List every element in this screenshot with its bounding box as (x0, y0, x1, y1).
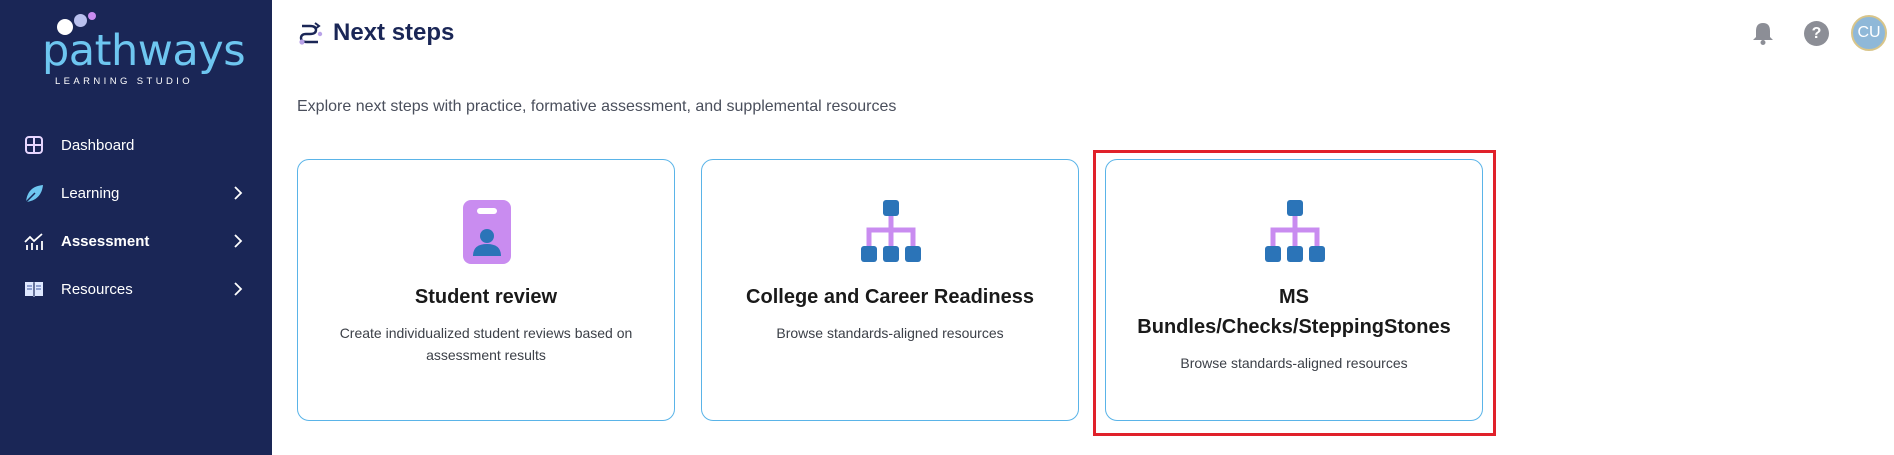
student-badge-icon (463, 200, 511, 264)
card-description: Create individualized student reviews ba… (339, 325, 633, 363)
help-icon[interactable]: ? (1804, 21, 1829, 46)
avatar[interactable]: CU (1851, 15, 1887, 51)
next-steps-icon (299, 22, 323, 45)
chevron-right-icon (234, 234, 243, 248)
sidebar: pathways LEARNING STUDIO Dashboard Learn… (0, 0, 272, 455)
dashboard-grid-icon (25, 136, 43, 154)
sidebar-item-learning[interactable]: Learning (0, 169, 272, 217)
sidebar-nav: Dashboard Learning Assessment Resources (0, 121, 272, 313)
selection-highlight (1093, 150, 1496, 436)
chevron-right-icon (234, 186, 243, 200)
sidebar-item-label: Assessment (61, 232, 150, 250)
chevron-right-icon (234, 282, 243, 296)
hierarchy-icon (861, 200, 921, 262)
sidebar-item-label: Learning (61, 184, 120, 202)
sidebar-item-dashboard[interactable]: Dashboard (0, 121, 272, 169)
pathways-logo[interactable]: pathways LEARNING STUDIO (36, 12, 246, 87)
logo-dot-small (88, 12, 96, 20)
card-college-career-readiness[interactable]: College and Career Readiness Browse stan… (701, 159, 1079, 421)
card-title: College and Career Readiness (746, 286, 1034, 308)
app-root: pathways LEARNING STUDIO Dashboard Learn… (0, 0, 1894, 455)
card-title: Student review (414, 286, 558, 308)
bell-icon[interactable] (1750, 20, 1776, 46)
logo-subtitle: LEARNING STUDIO (55, 76, 194, 87)
sidebar-item-label: Dashboard (61, 136, 135, 154)
book-icon (25, 282, 43, 297)
chart-line-icon (24, 233, 43, 250)
card-student-review[interactable]: Student review Create individualized stu… (297, 159, 675, 421)
card-description: Browse standards-aligned resources (776, 325, 1004, 341)
leaf-icon (25, 185, 43, 203)
sidebar-item-label: Resources (61, 280, 133, 298)
page-title: Next steps (333, 19, 455, 46)
sidebar-item-resources[interactable]: Resources (0, 265, 272, 313)
page-subtitle: Explore next steps with practice, format… (297, 98, 897, 115)
logo-wordmark: pathways (42, 26, 246, 76)
sidebar-item-assessment[interactable]: Assessment (0, 217, 272, 265)
